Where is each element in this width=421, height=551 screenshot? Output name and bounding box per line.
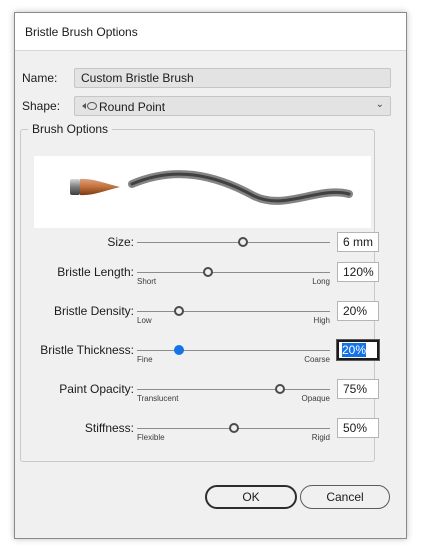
slider-min-label: Flexible	[137, 433, 165, 442]
brush-options-legend: Brush Options	[28, 122, 113, 136]
slider-value-text: 75%	[343, 382, 368, 396]
slider-label: Size:	[107, 235, 134, 249]
shape-select-value: Round Point	[99, 100, 166, 114]
slider-value-field[interactable]: 6 mm	[337, 232, 379, 252]
brush-stroke-preview	[34, 156, 371, 228]
slider-track[interactable]	[137, 311, 330, 312]
slider-label: Bristle Length:	[57, 265, 134, 279]
round-point-brush-icon	[81, 100, 97, 115]
slider-label: Bristle Density:	[53, 304, 134, 318]
slider-value-text: 20%	[342, 343, 367, 357]
dialog-title: Bristle Brush Options	[25, 25, 138, 39]
brush-stroke-preview-icon	[70, 170, 353, 205]
slider-value-field[interactable]: 75%	[337, 379, 379, 399]
cancel-button[interactable]: Cancel	[300, 485, 390, 509]
slider-value-field[interactable]: 50%	[337, 418, 379, 438]
shape-select[interactable]: Round Point ⌄	[74, 96, 391, 116]
ok-button[interactable]: OK	[205, 485, 297, 509]
slider-min-label: Fine	[137, 355, 153, 364]
title-bar: Bristle Brush Options	[15, 13, 406, 51]
slider-track[interactable]	[137, 350, 330, 351]
slider-thumb[interactable]	[274, 384, 285, 394]
slider-value-text: 6 mm	[343, 235, 373, 249]
slider-value-text: 120%	[343, 265, 374, 279]
shape-label: Shape:	[22, 99, 61, 113]
slider-max-label: Rigid	[311, 433, 330, 442]
slider-value-field[interactable]: 20%	[337, 301, 379, 321]
slider-thumb[interactable]	[228, 423, 239, 433]
slider-value-text: 50%	[343, 421, 368, 435]
slider-min-label: Translucent	[137, 394, 179, 403]
slider-track[interactable]	[137, 272, 330, 273]
slider-label: Paint Opacity:	[59, 382, 134, 396]
chevron-down-icon: ⌄	[375, 99, 384, 110]
slider-min-label: Low	[137, 316, 152, 325]
slider-label: Bristle Thickness:	[40, 343, 134, 357]
slider-track[interactable]	[137, 242, 330, 243]
name-label: Name:	[22, 71, 58, 85]
name-field[interactable]: Custom Bristle Brush	[74, 68, 391, 88]
slider-max-label: Opaque	[301, 394, 330, 403]
slider-max-label: High	[313, 316, 330, 325]
slider-value-text: 20%	[343, 304, 368, 318]
slider-value-field[interactable]: 120%	[337, 262, 379, 282]
slider-track[interactable]	[137, 389, 330, 390]
slider-min-label: Short	[137, 277, 157, 286]
slider-max-label: Long	[312, 277, 330, 286]
slider-label: Stiffness:	[84, 421, 134, 435]
slider-value-field[interactable]: 20%	[336, 339, 380, 361]
slider-max-label: Coarse	[304, 355, 330, 364]
